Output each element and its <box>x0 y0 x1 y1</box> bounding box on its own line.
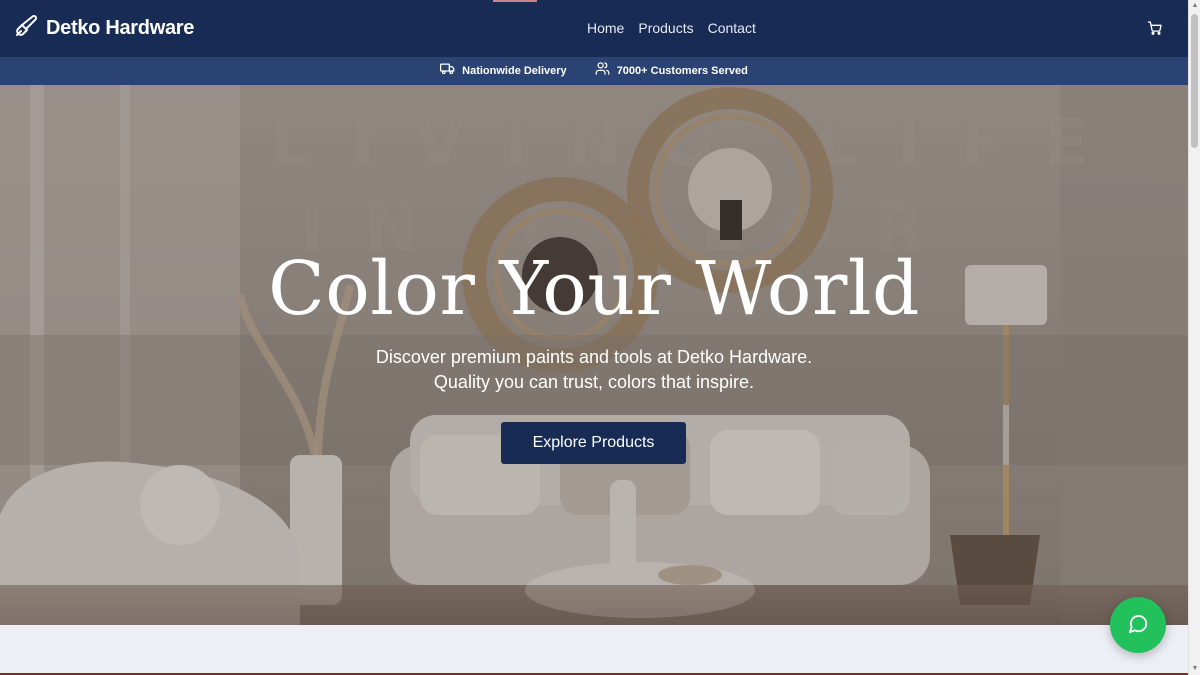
chat-button[interactable] <box>1110 597 1166 653</box>
explore-products-button[interactable]: Explore Products <box>501 422 686 464</box>
truck-icon <box>440 61 455 81</box>
brand-logo-link[interactable]: Detko Hardware <box>14 14 194 42</box>
hero-subtitle: Discover premium paints and tools at Det… <box>0 345 1188 395</box>
scrollbar-thumb[interactable] <box>1191 14 1198 148</box>
top-navbar: Detko Hardware Home Products Contact <box>0 0 1188 57</box>
hero-section: LIVING LIFE IN COLOR Color Your World Di… <box>0 85 1188 625</box>
brand-name: Detko Hardware <box>46 16 195 39</box>
nav-link-contact[interactable]: Contact <box>708 19 756 37</box>
main-nav: Home Products Contact <box>587 19 756 37</box>
page-load-progress <box>493 0 537 2</box>
info-bar: Nationwide Delivery 7000+ Customers Serv… <box>0 57 1188 85</box>
nav-link-products[interactable]: Products <box>638 19 693 37</box>
info-text-delivery: Nationwide Delivery <box>462 65 567 77</box>
page: Detko Hardware Home Products Contact Nat… <box>0 0 1200 675</box>
scroll-down-arrow-icon[interactable]: ▼ <box>1191 665 1199 673</box>
info-item-customers: 7000+ Customers Served <box>595 61 748 81</box>
hero-title: Color Your World <box>268 246 920 332</box>
hero-content: Color Your World Discover premium paints… <box>0 85 1188 625</box>
nav-link-home[interactable]: Home <box>587 19 624 37</box>
hero-subtitle-line-2: Quality you can trust, colors that inspi… <box>433 372 755 392</box>
hero-subtitle-line-1: Discover premium paints and tools at Det… <box>375 347 813 367</box>
shopping-cart-icon[interactable] <box>1147 20 1163 36</box>
scroll-up-arrow-icon[interactable]: ▲ <box>1191 2 1199 10</box>
page-scrollbar[interactable]: ▲ ▼ <box>1188 0 1200 675</box>
info-text-customers: 7000+ Customers Served <box>616 65 748 77</box>
users-icon <box>595 61 610 81</box>
next-section <box>0 625 1188 675</box>
info-item-delivery: Nationwide Delivery <box>440 61 567 81</box>
chat-bubble-icon <box>1127 613 1149 638</box>
paint-brush-icon <box>14 14 38 43</box>
